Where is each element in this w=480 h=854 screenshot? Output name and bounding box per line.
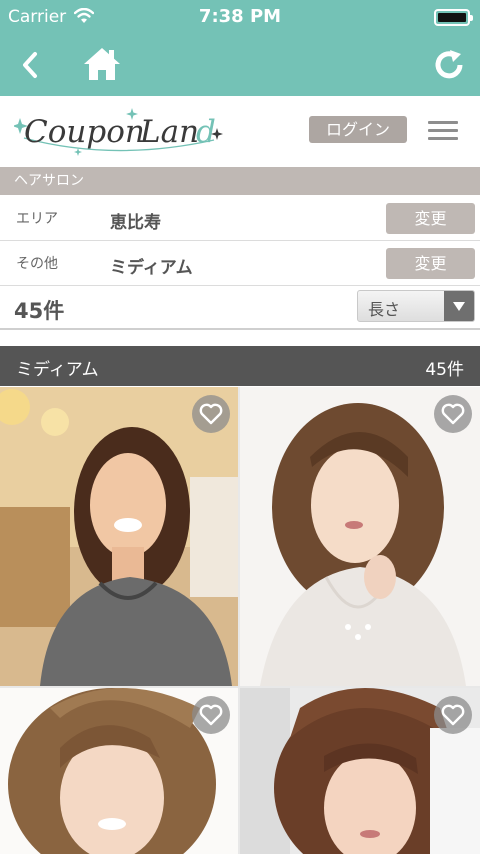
favorite-heart-icon[interactable] <box>192 395 230 433</box>
svg-text:Lan: Lan <box>139 114 199 150</box>
section-title: ヘアサロン <box>0 167 480 195</box>
login-button[interactable]: ログイン <box>309 116 407 143</box>
status-time: 7:38 PM <box>198 6 282 27</box>
result-count: 45件 <box>14 299 65 323</box>
hairstyle-card[interactable] <box>0 387 238 686</box>
battery-fill <box>438 13 466 22</box>
filter-label: その他 <box>16 256 58 272</box>
couponland-logo[interactable]: Coupon Lan d <box>12 104 226 160</box>
hairstyle-photo <box>240 387 480 686</box>
list-count: 45件 <box>425 360 464 380</box>
svg-text:Coupon: Coupon <box>24 114 145 150</box>
filter-value: ミディアム <box>110 258 193 278</box>
dropdown-arrow-icon <box>444 291 474 321</box>
filter-value: 恵比寿 <box>110 213 161 233</box>
home-icon[interactable] <box>82 46 122 82</box>
reload-icon[interactable] <box>432 48 466 82</box>
favorite-heart-icon[interactable] <box>434 696 472 734</box>
favorite-heart-icon[interactable] <box>434 395 472 433</box>
hairstyle-card[interactable] <box>0 688 238 854</box>
hairstyle-grid <box>0 387 480 854</box>
favorite-heart-icon[interactable] <box>192 696 230 734</box>
hamburger-menu-icon[interactable] <box>428 121 458 141</box>
filter-label: エリア <box>16 211 58 227</box>
hairstyle-card[interactable] <box>240 387 480 686</box>
filter-row-area: エリア 恵比寿 変更 <box>0 196 480 241</box>
sort-select[interactable]: 長さ <box>357 290 475 322</box>
navigation-bar <box>0 34 480 96</box>
change-area-button[interactable]: 変更 <box>386 203 475 234</box>
results-row: 45件 長さ <box>0 286 480 330</box>
app-header: Coupon Lan d <box>0 96 480 166</box>
battery-icon <box>434 9 473 26</box>
list-header: ミディアム 45件 <box>0 346 480 386</box>
status-bar: Carrier 7:38 PM <box>0 0 480 34</box>
list-title: ミディアム <box>16 360 99 380</box>
svg-text:d: d <box>196 114 216 150</box>
filter-row-other: その他 ミディアム 変更 <box>0 241 480 286</box>
change-other-button[interactable]: 変更 <box>386 248 475 279</box>
hairstyle-card[interactable] <box>240 688 480 854</box>
back-chevron-icon[interactable] <box>16 50 46 80</box>
hairstyle-photo <box>0 387 238 686</box>
sort-value: 長さ <box>368 300 401 319</box>
